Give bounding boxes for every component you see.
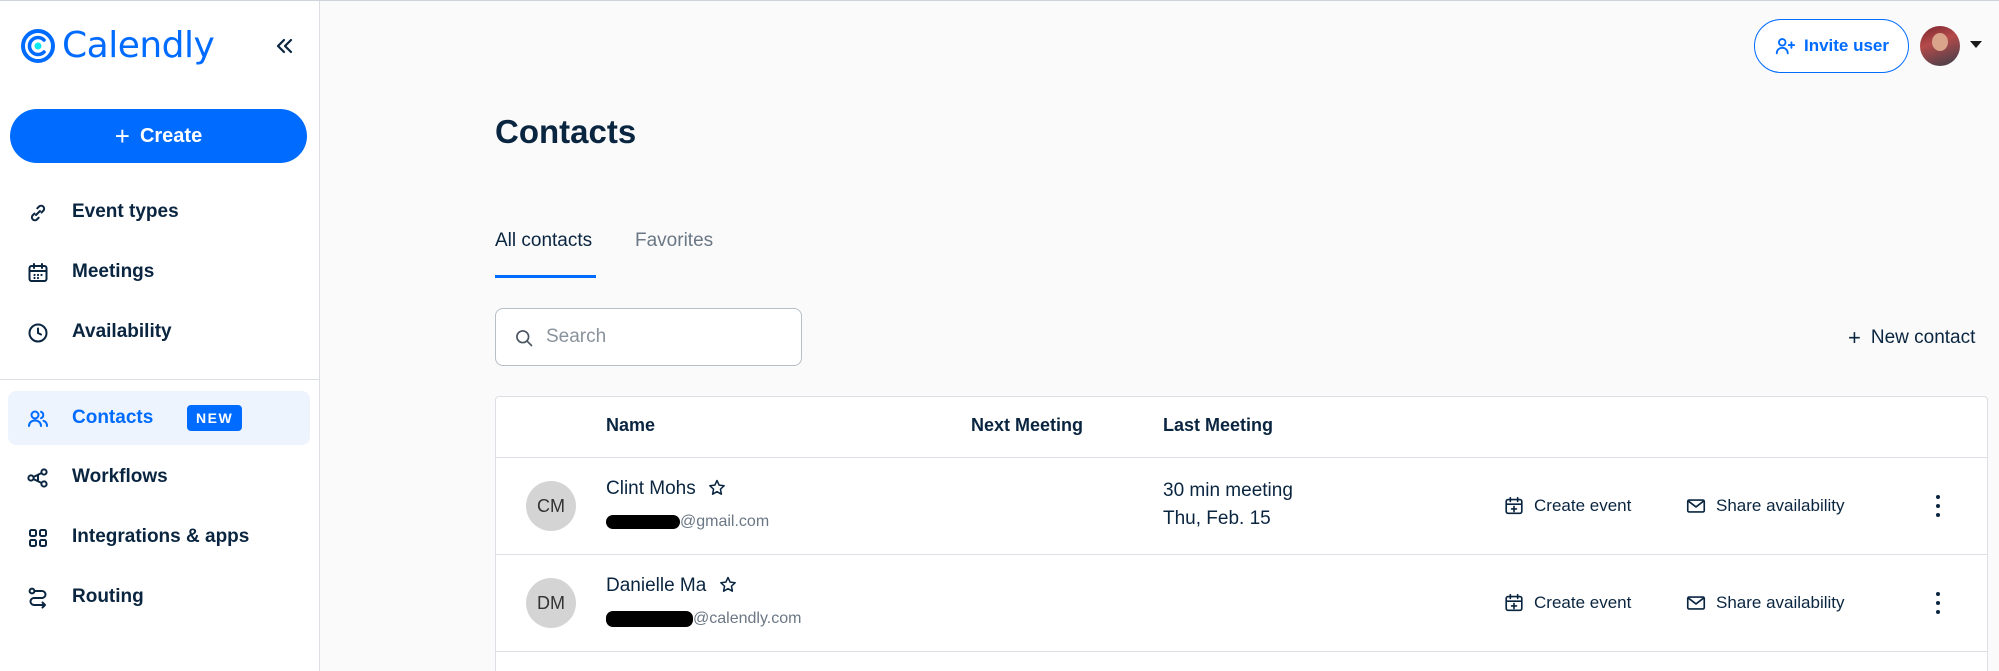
table-row[interactable]: CM Clint Mohs @gmail.com 30 min meeting … — [496, 458, 1987, 554]
mail-icon — [1686, 596, 1706, 610]
double-chevron-left-icon — [276, 38, 293, 54]
sidebar-item-label: Routing — [72, 586, 144, 607]
contact-name[interactable]: Danielle Ma — [606, 575, 706, 597]
mail-icon — [1686, 499, 1706, 513]
star-icon[interactable] — [707, 478, 727, 498]
sidebar: Calendly + Create Event types Meetings A… — [0, 1, 320, 671]
last-meeting-date: Thu, Feb. 15 — [1163, 508, 1271, 529]
sidebar-item-label: Workflows — [72, 466, 168, 487]
invite-user-label: Invite user — [1803, 36, 1890, 55]
share-availability-label: Share availability — [1716, 593, 1845, 612]
invite-user-button[interactable]: Invite user — [1754, 19, 1909, 73]
contact-initials-avatar: CM — [526, 481, 576, 531]
calendar-plus-icon — [1505, 593, 1523, 612]
contact-email: @calendly.com — [606, 609, 801, 629]
link-icon — [30, 204, 46, 222]
create-event-label: Create event — [1534, 496, 1632, 515]
routing-icon — [28, 587, 47, 609]
contact-initials-avatar: DM — [526, 578, 576, 628]
create-event-button[interactable]: Create event — [1503, 495, 1631, 517]
new-badge: NEW — [187, 405, 243, 431]
sidebar-item-event-types[interactable]: Event types — [8, 185, 310, 239]
sidebar-item-integrations[interactable]: Integrations & apps — [8, 510, 310, 564]
new-contact-label: New contact — [1870, 327, 1976, 348]
more-options-icon[interactable] — [1926, 589, 1950, 617]
contact-email-domain: @gmail.com — [680, 513, 770, 530]
calendly-logo-icon — [21, 28, 55, 63]
plus-icon: + — [114, 120, 130, 151]
column-header-name[interactable]: Name — [606, 415, 655, 436]
share-availability-button[interactable]: Share availability — [1685, 495, 1845, 517]
column-header-next-meeting[interactable]: Next Meeting — [971, 415, 1083, 436]
share-availability-label: Share availability — [1716, 496, 1845, 515]
star-icon[interactable] — [718, 575, 738, 595]
collapse-sidebar-button[interactable] — [270, 31, 300, 61]
tab-all-contacts[interactable]: All contacts — [495, 230, 592, 252]
sidebar-item-routing[interactable]: Routing — [8, 570, 310, 624]
sidebar-item-label: Event types — [72, 201, 179, 222]
last-meeting-title: 30 min meeting — [1163, 480, 1293, 501]
calendar-plus-icon — [1505, 496, 1523, 515]
column-header-last-meeting[interactable]: Last Meeting — [1163, 415, 1273, 436]
grid-apps-icon — [29, 529, 47, 547]
tab-favorites[interactable]: Favorites — [635, 230, 713, 252]
contact-email-domain: @calendly.com — [693, 610, 802, 627]
page-title: Contacts — [495, 113, 637, 150]
create-event-button[interactable]: Create event — [1503, 592, 1631, 614]
redaction-mark — [606, 515, 680, 529]
chevron-down-icon[interactable] — [1970, 41, 1982, 48]
table-row[interactable]: DM Danielle Ma @calendly.com Create even… — [496, 555, 1987, 651]
search-input[interactable] — [546, 321, 786, 353]
sidebar-item-label: Contacts — [72, 407, 154, 428]
sidebar-item-label: Integrations & apps — [72, 526, 250, 547]
row-divider — [496, 651, 1987, 652]
share-availability-button[interactable]: Share availability — [1685, 592, 1845, 614]
contacts-icon — [28, 410, 48, 427]
create-label: Create — [139, 124, 203, 147]
sidebar-item-label: Availability — [72, 321, 172, 342]
add-user-icon — [1775, 38, 1796, 55]
sidebar-item-availability[interactable]: Availability — [8, 305, 310, 359]
contacts-table: Name Next Meeting Last Meeting CM Clint … — [495, 396, 1988, 671]
sidebar-divider — [0, 379, 320, 380]
search-box — [495, 308, 802, 366]
calendar-icon — [28, 263, 48, 282]
new-contact-button[interactable]: + New contact — [1848, 325, 1975, 351]
clock-icon — [28, 323, 48, 343]
plus-icon: + — [1848, 325, 1861, 350]
active-tab-indicator — [495, 275, 596, 278]
more-options-icon[interactable] — [1926, 492, 1950, 520]
logo-text: Calendly — [62, 25, 215, 66]
contact-email: @gmail.com — [606, 512, 769, 532]
create-button[interactable]: + Create — [10, 109, 307, 163]
search-icon — [516, 330, 533, 347]
redaction-mark — [606, 611, 693, 627]
calendly-logo[interactable]: Calendly — [20, 25, 215, 66]
sidebar-item-label: Meetings — [72, 261, 155, 282]
sidebar-item-workflows[interactable]: Workflows — [8, 450, 310, 504]
workflows-icon — [27, 468, 48, 488]
sidebar-item-contacts[interactable]: Contacts NEW — [8, 391, 310, 445]
sidebar-item-meetings[interactable]: Meetings — [8, 245, 310, 299]
avatar[interactable] — [1920, 26, 1960, 66]
create-event-label: Create event — [1534, 593, 1632, 612]
contact-name[interactable]: Clint Mohs — [606, 478, 696, 500]
